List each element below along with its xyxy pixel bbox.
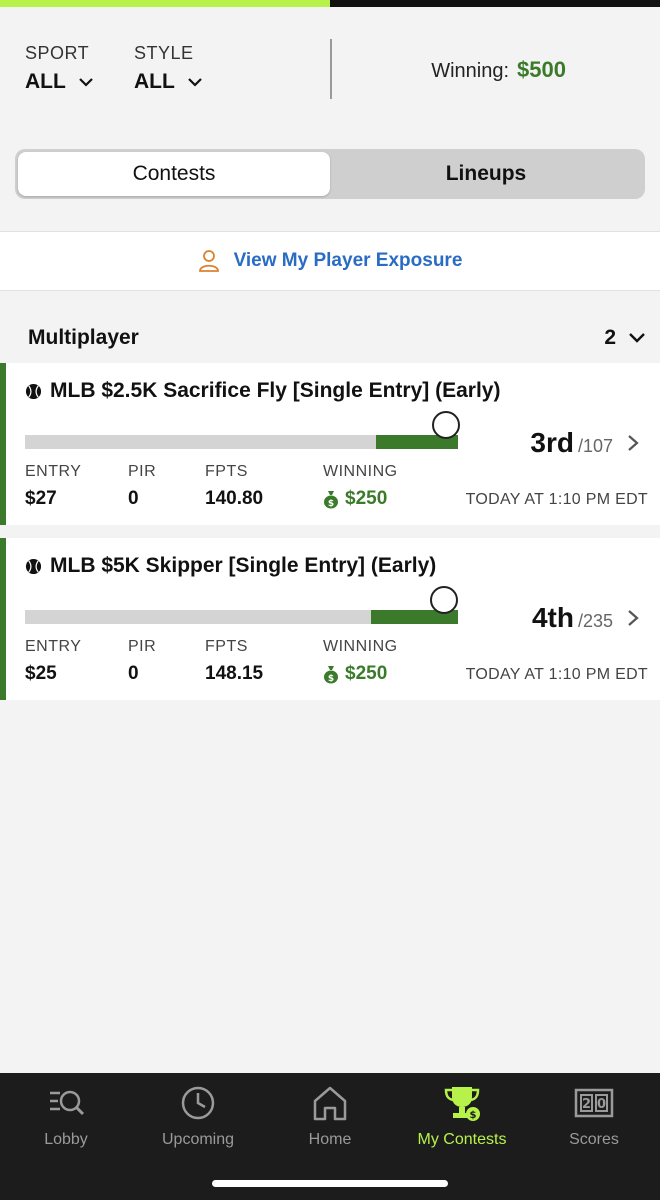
tab-contests[interactable]: Contests — [18, 152, 330, 196]
sport-filter-value: ALL — [25, 70, 66, 93]
entry-stat: ENTRY $27 — [25, 463, 81, 510]
entry-stat: ENTRY $25 — [25, 638, 81, 685]
multiplayer-section-header[interactable]: Multiplayer 2 — [28, 326, 646, 352]
chevron-right-icon — [628, 610, 639, 626]
svg-text:0: 0 — [597, 1097, 606, 1112]
section-title: Multiplayer — [28, 326, 139, 349]
rank-total: /235 — [577, 611, 613, 631]
contest-name: MLB $5K Skipper [Single Entry] (Early) — [50, 554, 437, 577]
tab-label: My Contests — [417, 1131, 507, 1148]
fpts-label: FPTS — [205, 463, 248, 480]
tab-label: Upcoming — [161, 1131, 235, 1148]
svg-text:2: 2 — [582, 1097, 591, 1112]
pir-stat: PIR 0 — [128, 463, 156, 510]
style-filter-value: ALL — [134, 70, 175, 93]
money-bag-icon: $ — [324, 665, 338, 684]
sport-filter[interactable]: SPORT ALL — [25, 43, 94, 94]
tab-scores[interactable]: 2 0 Scores — [528, 1083, 660, 1149]
contest-start-time: TODAY AT 1:10 PM EDT — [465, 666, 648, 683]
standing-bar — [25, 586, 458, 624]
chevron-down-icon — [79, 78, 93, 87]
person-icon — [198, 250, 219, 272]
svg-text:$: $ — [470, 1110, 477, 1121]
home-indicator — [212, 1180, 448, 1187]
contest-rank: 4th /235 — [532, 602, 639, 634]
fpts-value: 140.80 — [205, 488, 264, 509]
standing-marker — [430, 586, 458, 614]
contest-card[interactable]: MLB $5K Skipper [Single Entry] (Early) 4… — [0, 538, 660, 700]
chevron-down-icon — [188, 78, 202, 87]
filter-header: SPORT ALL STYLE ALL Winning: $500 — [0, 7, 660, 125]
entry-label: ENTRY — [25, 463, 82, 480]
rank-total: /107 — [577, 436, 613, 456]
tab-lineups[interactable]: Lineups — [330, 152, 642, 196]
contest-rank: 3rd /107 — [530, 427, 639, 459]
total-winning-label: Winning: — [431, 60, 510, 82]
winning-stat: WINNING $ $250 — [323, 638, 398, 685]
trophy-icon: $ — [444, 1087, 480, 1121]
tab-label: Scores — [569, 1131, 619, 1148]
contests-lineups-toggle: Contests Lineups — [15, 149, 645, 199]
pir-value: 0 — [128, 663, 139, 684]
baseball-icon — [25, 558, 42, 574]
tab-my-contests[interactable]: $ My Contests — [396, 1083, 528, 1149]
top-progress-bar — [0, 0, 660, 7]
winning-value: $250 — [345, 488, 388, 509]
tab-label: Lobby — [44, 1131, 88, 1148]
tab-lobby[interactable]: Lobby — [0, 1083, 132, 1149]
svg-text:$: $ — [328, 674, 334, 684]
svg-text:$: $ — [328, 499, 334, 509]
fpts-stat: FPTS 140.80 — [205, 463, 263, 510]
baseball-icon — [25, 383, 42, 399]
rank-place: 4th — [531, 602, 574, 633]
pir-label: PIR — [128, 463, 157, 480]
entry-value: $25 — [25, 663, 57, 684]
winning-label: WINNING — [323, 638, 398, 655]
standing-marker — [432, 411, 460, 439]
standing-bar — [25, 411, 460, 449]
money-bag-icon: $ — [324, 490, 338, 509]
player-exposure-link[interactable]: View My Player Exposure — [0, 231, 660, 291]
pir-label: PIR — [128, 638, 157, 655]
style-filter-label: STYLE — [134, 43, 194, 63]
total-winning: Winning: $500 — [431, 57, 566, 83]
lobby-icon — [50, 1090, 85, 1116]
contest-name: MLB $2.5K Sacrifice Fly [Single Entry] (… — [50, 379, 501, 402]
section-count: 2 — [604, 326, 616, 349]
fpts-stat: FPTS 148.15 — [205, 638, 263, 685]
style-filter[interactable]: STYLE ALL — [134, 43, 203, 94]
contest-card[interactable]: MLB $2.5K Sacrifice Fly [Single Entry] (… — [0, 363, 660, 525]
chevron-down-icon — [629, 333, 645, 343]
home-icon — [313, 1086, 347, 1121]
contest-start-time: TODAY AT 1:10 PM EDT — [465, 491, 648, 508]
tab-home[interactable]: Home — [264, 1083, 396, 1149]
fpts-value: 148.15 — [205, 663, 264, 684]
clock-icon — [181, 1086, 215, 1120]
total-winning-amount: $500 — [517, 57, 566, 82]
pir-stat: PIR 0 — [128, 638, 156, 685]
sport-filter-label: SPORT — [25, 43, 90, 63]
tab-label: Home — [308, 1131, 352, 1148]
header-divider — [330, 39, 332, 99]
tab-upcoming[interactable]: Upcoming — [132, 1083, 264, 1149]
entry-value: $27 — [25, 488, 57, 509]
chevron-right-icon — [628, 435, 639, 451]
scoreboard-icon: 2 0 — [574, 1088, 614, 1118]
player-exposure-label: View My Player Exposure — [233, 250, 463, 271]
top-progress-fill — [0, 0, 330, 7]
winning-value: $250 — [345, 663, 388, 684]
fpts-label: FPTS — [205, 638, 248, 655]
pir-value: 0 — [128, 488, 139, 509]
winning-label: WINNING — [323, 463, 398, 480]
rank-place: 3rd — [530, 427, 574, 458]
winning-stat: WINNING $ $250 — [323, 463, 398, 510]
entry-label: ENTRY — [25, 638, 82, 655]
